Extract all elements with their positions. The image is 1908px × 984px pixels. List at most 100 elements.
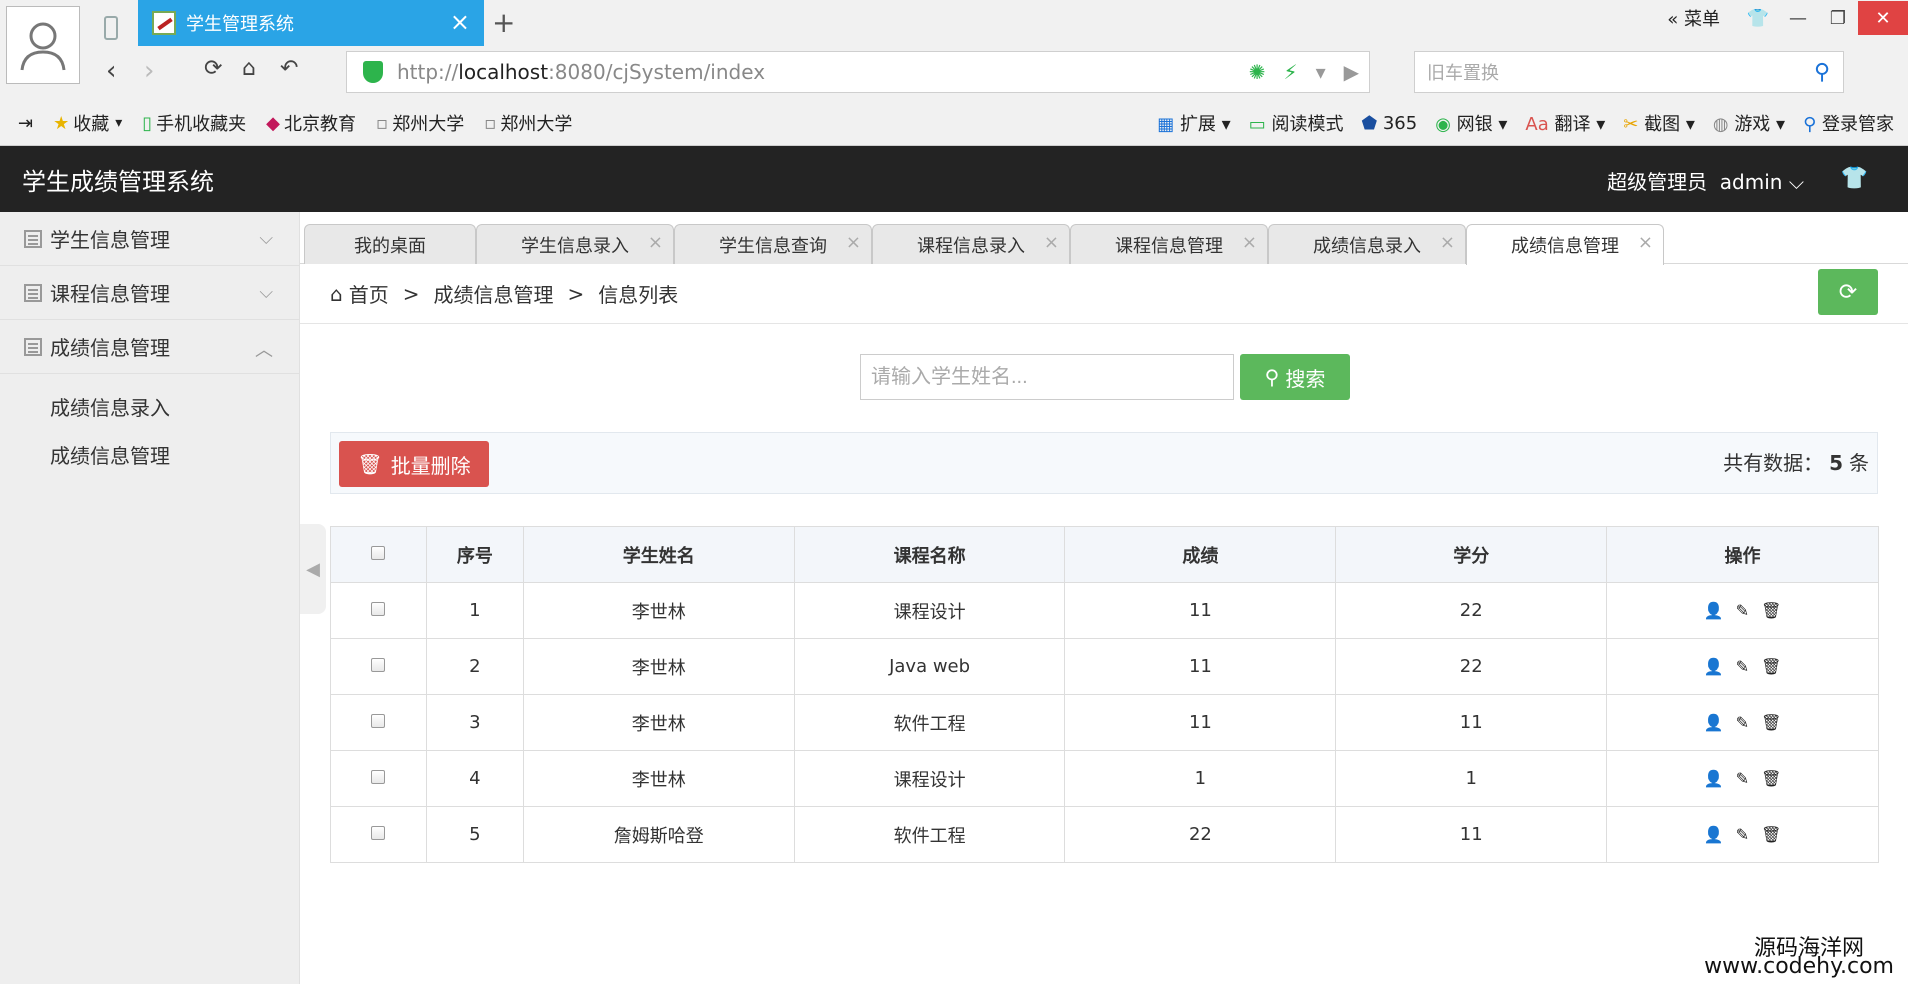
bookmark-mobile[interactable]: ▯ 手机收藏夹 [142, 110, 246, 136]
browser-search-box[interactable]: 旧车置换 ⚲ [1414, 51, 1844, 93]
tool-bank[interactable]: ◉ 网银 ▾ [1435, 110, 1507, 136]
sidebar-group-label: 学生信息管理 [50, 228, 170, 252]
edit-icon[interactable]: ✎ [1736, 825, 1749, 844]
row-checkbox[interactable] [371, 770, 386, 784]
tool-games[interactable]: ◍ 游戏 ▾ [1713, 110, 1785, 136]
user-icon[interactable]: 👤 [1704, 601, 1724, 620]
tool-extension[interactable]: ▦ 扩展 ▾ [1157, 110, 1231, 136]
user-icon[interactable]: 👤 [1704, 769, 1724, 788]
close-icon[interactable]: × [1638, 232, 1653, 253]
close-icon[interactable]: × [648, 232, 663, 253]
sidebar-collapse-handle[interactable]: ◀ [300, 524, 326, 614]
refresh-button[interactable]: ⟳ [1818, 269, 1878, 315]
browser-menu-button[interactable]: « 菜单 [1667, 5, 1720, 31]
sidebar-group-course[interactable]: 课程信息管理 ⌵ [0, 266, 299, 320]
breadcrumb-home[interactable]: 首页 [349, 279, 389, 308]
go-icon[interactable]: ▶ [1344, 60, 1359, 84]
tab-score-manage[interactable]: 成绩信息管理 × [1466, 224, 1664, 265]
tool-reading[interactable]: ▭ 阅读模式 [1249, 110, 1344, 136]
tab-desktop[interactable]: 我的桌面 [304, 224, 476, 264]
chevron-left-icon: ◀ [306, 558, 320, 580]
new-tab-button[interactable]: + [492, 6, 515, 39]
tab-student-query[interactable]: 学生信息查询 × [674, 224, 872, 264]
bookmark-zzu-1[interactable]: ▫ 郑州大学 [376, 110, 464, 136]
favicon-icon [152, 11, 176, 35]
theme-shirt-icon[interactable]: 👕 [1841, 166, 1868, 191]
chevron-up-icon: ︿ [255, 340, 273, 361]
delete-icon[interactable]: 🗑 [1761, 601, 1781, 620]
dropdown-icon[interactable]: ▾ [1316, 60, 1326, 84]
sidebar-group-student[interactable]: 学生信息管理 ⌵ [0, 212, 299, 266]
edit-icon[interactable]: ✎ [1736, 657, 1749, 676]
tab-course-entry[interactable]: 课程信息录入 × [872, 224, 1070, 264]
tool-login[interactable]: ⚲ 登录管家 [1803, 110, 1894, 136]
tool-365[interactable]: ⬟ 365 [1361, 113, 1417, 134]
browser-tab-active[interactable]: 学生管理系统 × [138, 0, 484, 46]
watermark-line2: www.codehy.com [1704, 954, 1894, 979]
back-button[interactable]: ‹ [106, 56, 116, 86]
user-icon[interactable]: 👤 [1704, 825, 1724, 844]
edit-icon[interactable]: ✎ [1736, 713, 1749, 732]
close-icon[interactable]: × [1440, 232, 1455, 253]
lightning-icon[interactable]: ⚡ [1284, 60, 1298, 84]
mobile-icon[interactable] [104, 16, 118, 40]
sidebar-toggle-icon[interactable]: ⇥ [18, 113, 33, 134]
delete-icon[interactable]: 🗑 [1761, 825, 1781, 844]
delete-icon[interactable]: 🗑 [1761, 657, 1781, 676]
row-checkbox[interactable] [371, 826, 386, 840]
minimize-button[interactable]: — [1778, 1, 1818, 35]
close-icon[interactable]: × [1044, 232, 1059, 253]
content-tabs: 我的桌面 学生信息录入 × 学生信息查询 × 课程信息录入 × 课程信息管理 × 成绩信… [300, 212, 1908, 265]
search-button[interactable]: ⚲ 搜索 [1240, 354, 1350, 400]
bookmark-favorites[interactable]: ★ 收藏 ▾ [53, 110, 122, 136]
close-icon[interactable]: × [846, 232, 861, 253]
sidebar-group-score[interactable]: 成绩信息管理 ︿ [0, 320, 299, 374]
select-all-checkbox[interactable] [371, 546, 386, 560]
bookmark-zzu-2[interactable]: ▫ 郑州大学 [484, 110, 572, 136]
skin-icon[interactable]: 👕 [1738, 1, 1778, 35]
gamepad-icon: ◍ [1712, 114, 1729, 135]
tool-screenshot[interactable]: ✂ 截图 ▾ [1623, 110, 1695, 136]
sidebar-item-score-manage[interactable]: 成绩信息管理 [0, 430, 299, 478]
bookmarks-bar: ⇥ ★ 收藏 ▾ ▯ 手机收藏夹 ◆ 北京教育 ▫ 郑州大学 ▫ 郑州大学 ▦ 扩展 ▾ ▭… [0, 100, 1908, 146]
row-checkbox[interactable] [371, 714, 386, 728]
table-row: 2 李世林 Java web 11 22 👤 ✎ 🗑 [330, 638, 1879, 695]
cell-score: 11 [1064, 638, 1337, 695]
delete-icon[interactable]: 🗑 [1761, 769, 1781, 788]
undo-button[interactable]: ↶ [280, 56, 298, 81]
user-icon[interactable]: 👤 [1704, 713, 1724, 732]
toolbar-extensions: ▦ 扩展 ▾ ▭ 阅读模式 ⬟ 365 ◉ 网银 ▾ Aa 翻译 ▾ ✂ 截图 … [1157, 100, 1894, 146]
bookmark-beijing[interactable]: ◆ 北京教育 [266, 110, 356, 136]
page-icon: ▫ [484, 112, 497, 134]
edu-icon: ◆ [266, 112, 281, 134]
row-checkbox[interactable] [371, 602, 386, 616]
restore-button[interactable]: ❐ [1818, 1, 1858, 35]
list-toolbar: 🗑 批量删除 共有数据： 5 条 [330, 432, 1878, 494]
tab-score-entry[interactable]: 成绩信息录入 × [1268, 224, 1466, 264]
edit-icon[interactable]: ✎ [1736, 601, 1749, 620]
cell-student-name: 李世林 [522, 750, 795, 807]
tool-translate[interactable]: Aa 翻译 ▾ [1525, 110, 1605, 136]
forward-button[interactable]: › [144, 56, 154, 86]
tab-student-entry[interactable]: 学生信息录入 × [476, 224, 674, 264]
address-bar[interactable]: http://localhost:8080/cjSystem/index ✺ ⚡… [346, 51, 1370, 93]
row-checkbox[interactable] [371, 658, 386, 672]
close-tab-icon[interactable]: × [450, 8, 470, 36]
search-icon[interactable]: ⚲ [1801, 52, 1843, 92]
profile-avatar[interactable] [6, 6, 80, 84]
delete-icon[interactable]: 🗑 [1761, 713, 1781, 732]
edit-icon[interactable]: ✎ [1736, 769, 1749, 788]
sidebar-item-score-entry[interactable]: 成绩信息录入 [0, 382, 299, 430]
user-menu[interactable]: 超级管理员 admin ⌵ [1607, 166, 1804, 195]
close-icon[interactable]: × [1242, 232, 1257, 253]
compat-icon[interactable]: ✺ [1249, 60, 1266, 84]
batch-delete-button[interactable]: 🗑 批量删除 [339, 441, 489, 487]
student-name-search-input[interactable] [860, 354, 1234, 400]
home-button[interactable]: ⌂ [242, 56, 256, 81]
reload-button[interactable]: ⟳ [204, 56, 222, 81]
tab-course-manage[interactable]: 课程信息管理 × [1070, 224, 1268, 264]
user-icon[interactable]: 👤 [1704, 657, 1724, 676]
close-window-button[interactable]: ✕ [1858, 1, 1908, 35]
key-icon: ⚲ [1803, 114, 1817, 135]
breadcrumb-level2[interactable]: 成绩信息管理 [433, 279, 553, 308]
